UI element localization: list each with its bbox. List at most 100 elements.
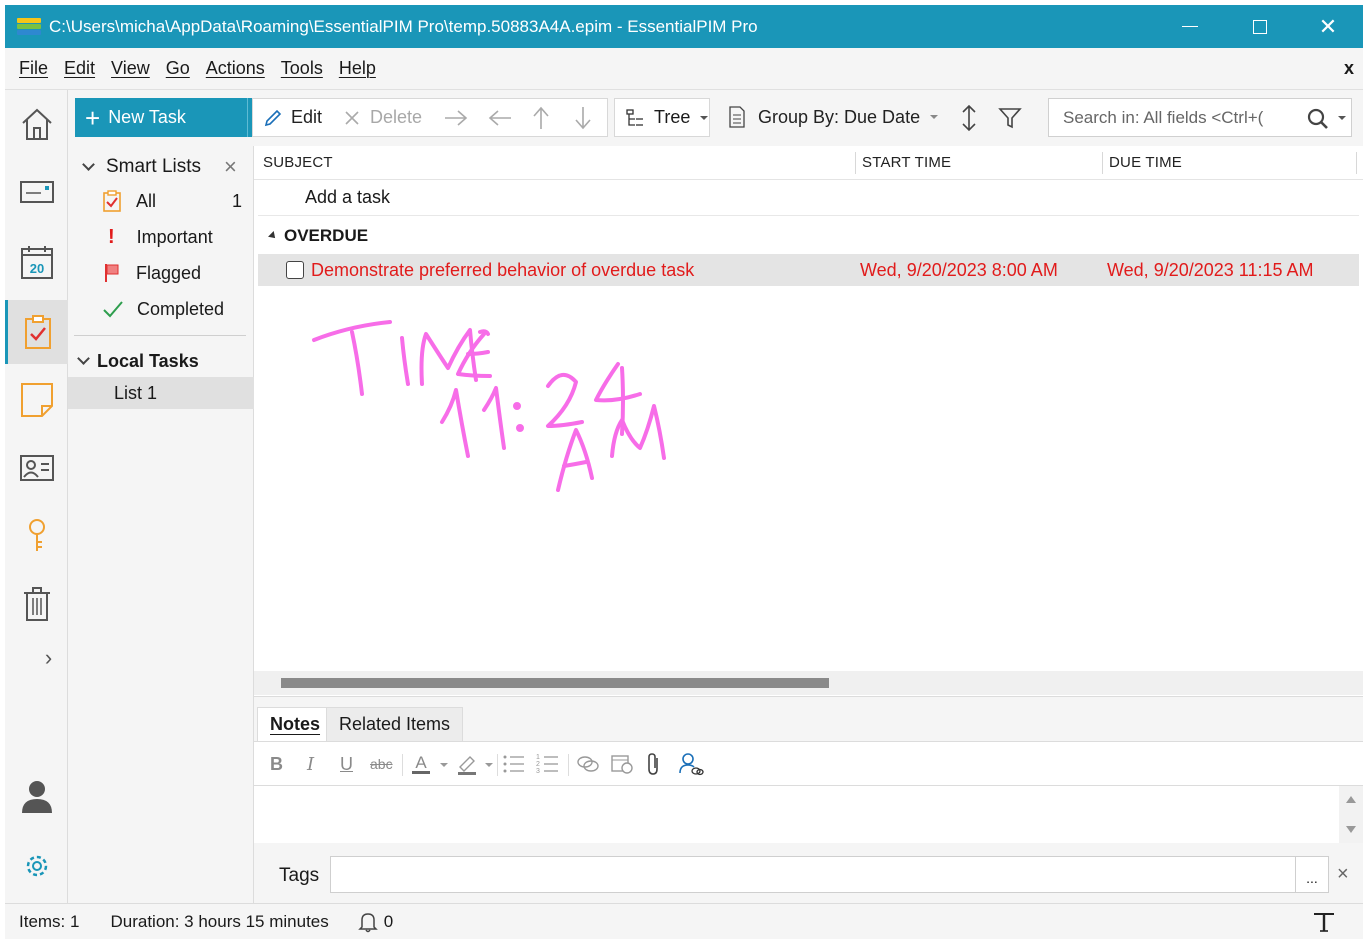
flag-icon (105, 264, 119, 282)
table-row[interactable]: Demonstrate preferred behavior of overdu… (258, 254, 1359, 286)
underline-icon[interactable]: U (340, 752, 353, 776)
group-by-button[interactable]: Group By: Due Date (728, 106, 939, 128)
link-icon[interactable] (576, 752, 600, 776)
smart-list-completed[interactable]: Completed (68, 291, 254, 327)
column-separator[interactable] (855, 152, 856, 174)
expand-collapse-button[interactable] (958, 104, 980, 137)
close-icon: ✕ (1318, 13, 1338, 39)
nav-tasks[interactable] (5, 300, 68, 364)
edit-button[interactable]: Edit (263, 107, 322, 128)
link-contact-icon[interactable] (678, 752, 704, 776)
scroll-down-icon[interactable] (1346, 826, 1356, 833)
document-icon (729, 106, 745, 128)
chevron-down-icon[interactable] (1338, 116, 1346, 120)
column-header-subject[interactable]: SUBJECT (263, 146, 333, 179)
menu-tools[interactable]: Tools (273, 58, 331, 79)
tab-related-items[interactable]: Related Items (326, 707, 464, 741)
menu-edit[interactable]: Edit (56, 58, 103, 79)
chevron-down-icon[interactable] (485, 763, 493, 767)
task-complete-checkbox[interactable] (286, 261, 304, 279)
new-task-button[interactable]: + New Task (75, 98, 247, 137)
svg-text:2: 2 (536, 761, 540, 768)
close-smart-lists-icon[interactable]: × (224, 154, 237, 180)
search-icon[interactable] (1307, 108, 1329, 130)
indent-button[interactable] (444, 109, 468, 127)
notes-editor[interactable] (254, 786, 1363, 843)
group-by-label: Group By: Due Date (758, 106, 921, 127)
move-down-button[interactable] (574, 106, 592, 130)
column-header-due-time[interactable]: DUE TIME (1109, 146, 1182, 179)
group-header-overdue[interactable]: OVERDUE (268, 226, 369, 246)
notes-icon (20, 383, 53, 417)
nav-account[interactable] (5, 764, 68, 828)
outdent-button[interactable] (488, 109, 512, 127)
svg-text:3: 3 (536, 768, 540, 775)
horizontal-scrollbar[interactable] (254, 671, 1363, 695)
nav-mail[interactable] (5, 160, 68, 224)
italic-icon[interactable]: I (307, 752, 314, 776)
move-up-button[interactable] (532, 106, 550, 130)
column-separator[interactable] (1102, 152, 1103, 174)
divider (568, 754, 569, 776)
scroll-up-icon[interactable] (1346, 796, 1356, 803)
chevron-down-icon[interactable] (440, 763, 448, 767)
text-size-icon[interactable] (1313, 912, 1335, 932)
maximize-button[interactable] (1225, 5, 1295, 48)
calendar-day-number: 20 (29, 261, 43, 276)
smart-list-label: All (136, 190, 157, 211)
chevron-down-icon (77, 352, 90, 365)
delete-button[interactable]: Delete (344, 107, 422, 128)
minimize-button[interactable] (1155, 5, 1225, 48)
column-separator[interactable] (1356, 152, 1357, 174)
handwritten-annotation (312, 320, 666, 492)
local-tasks-header[interactable]: Local Tasks (68, 344, 254, 378)
smart-lists-header[interactable]: Smart Lists × (68, 150, 254, 184)
settings-icon (26, 855, 47, 877)
filter-button[interactable] (998, 106, 1022, 135)
nav-contacts[interactable] (5, 436, 68, 500)
divider (74, 335, 246, 336)
task-list-item[interactable]: List 1 (68, 377, 254, 409)
essentialpim-logo-icon (17, 17, 41, 36)
nav-settings[interactable] (5, 834, 68, 898)
bold-icon[interactable]: B (270, 752, 283, 776)
menu-file[interactable]: File (11, 58, 56, 79)
nav-calendar[interactable]: 20 (5, 230, 68, 294)
tab-notes[interactable]: Notes (257, 707, 334, 741)
tags-input[interactable] (330, 856, 1296, 893)
nav-home[interactable] (5, 92, 68, 156)
nav-notes[interactable] (5, 368, 68, 432)
search-input[interactable]: Search in: All fields <Ctrl+( (1048, 98, 1352, 137)
clear-tags-icon[interactable]: × (1337, 863, 1349, 886)
font-color-icon[interactable]: A (412, 752, 430, 776)
add-task-input[interactable]: Add a task (305, 187, 390, 208)
close-document-button[interactable]: x (1344, 58, 1354, 79)
tree-view-button[interactable]: Tree (614, 98, 710, 137)
smart-list-all[interactable]: All 1 (68, 183, 254, 219)
smart-list-important[interactable]: ! Important (68, 219, 254, 255)
menu-view[interactable]: View (103, 58, 158, 79)
insert-date-icon[interactable] (610, 752, 634, 776)
task-due-time: Wed, 9/20/2023 11:15 AM (1107, 260, 1314, 280)
bell-icon[interactable] (357, 911, 378, 933)
strikethrough-icon[interactable]: abc (370, 752, 393, 776)
task-start-time: Wed, 9/20/2023 8:00 AM (860, 260, 1058, 280)
numbered-list-icon[interactable]: 123 (536, 752, 560, 776)
smart-list-flagged[interactable]: Flagged (68, 255, 254, 291)
column-header-start-time[interactable]: START TIME (862, 146, 951, 179)
paperclip-icon[interactable] (646, 752, 662, 776)
scrollbar-thumb[interactable] (281, 678, 829, 688)
smart-list-label: Important (136, 226, 213, 247)
menu-actions[interactable]: Actions (198, 58, 273, 79)
new-task-label: New Task (108, 107, 186, 127)
nav-passwords[interactable] (5, 504, 68, 568)
notes-vertical-scrollbar[interactable] (1339, 786, 1363, 843)
menu-go[interactable]: Go (158, 58, 198, 79)
close-window-button[interactable]: ✕ (1293, 5, 1363, 48)
bulleted-list-icon[interactable] (502, 752, 526, 776)
menu-help[interactable]: Help (331, 58, 384, 79)
delete-x-icon (345, 110, 359, 125)
tags-browse-button[interactable]: ... (1296, 856, 1329, 893)
highlighter-icon[interactable] (456, 752, 478, 776)
group-label: OVERDUE (284, 226, 369, 245)
